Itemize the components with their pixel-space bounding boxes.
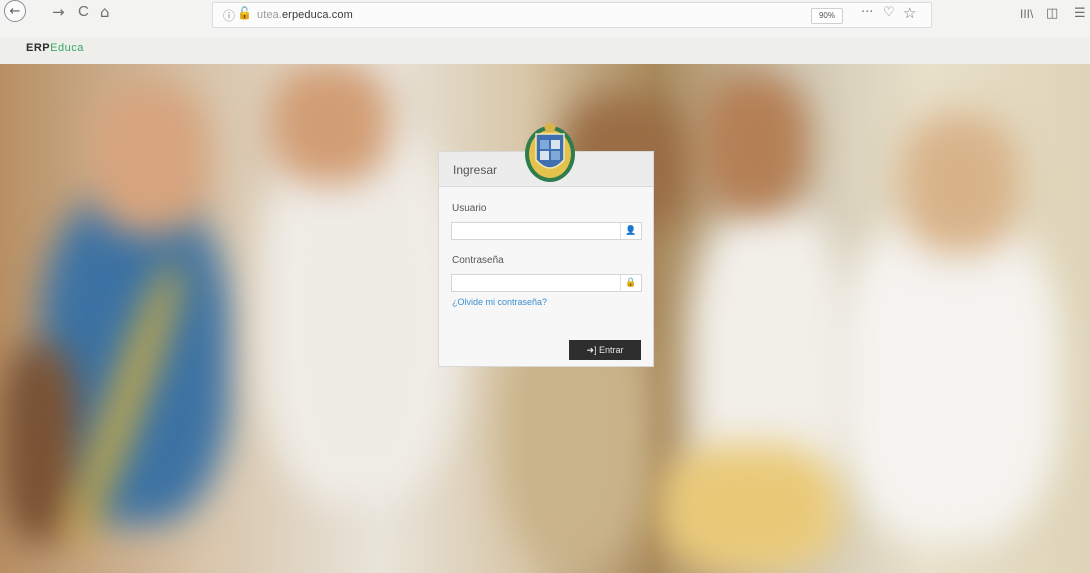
pocket-icon[interactable]: ♡	[883, 5, 895, 20]
password-input[interactable]	[452, 277, 625, 294]
url-subdomain: utea.	[257, 9, 282, 21]
user-icon: 👤	[620, 223, 641, 239]
forward-icon[interactable]: →	[52, 2, 65, 22]
info-icon[interactable]: ⓘ	[223, 7, 235, 24]
library-icon[interactable]: III\	[1020, 4, 1033, 24]
password-label: Contraseña	[452, 255, 504, 266]
enter-button-label: Entrar	[599, 345, 624, 355]
university-crest-icon	[525, 122, 575, 182]
zoom-indicator[interactable]: 90%	[811, 8, 843, 24]
back-button[interactable]: ←	[4, 0, 26, 22]
menu-icon[interactable]: ☰	[1074, 4, 1086, 24]
sign-in-icon: ➜]	[586, 345, 600, 355]
logo-erp: ERP	[26, 42, 51, 54]
lock-icon: 🔒	[620, 275, 641, 291]
url-bar[interactable]: ⓘ 🔓 utea.erpeduca.com 90% ··· ♡ ☆	[212, 2, 932, 28]
back-arrow-icon: ←	[9, 3, 21, 19]
sidebar-icon[interactable]: ◫	[1046, 4, 1058, 24]
username-field: 👤	[451, 222, 642, 242]
insecure-lock-icon[interactable]: 🔓	[237, 6, 252, 20]
home-icon[interactable]: ⌂	[100, 2, 110, 22]
enter-button[interactable]: ➜] Entrar	[569, 340, 641, 360]
username-input[interactable]	[452, 225, 625, 242]
login-title: Ingresar	[453, 163, 498, 177]
logo-educa: Educa	[50, 42, 84, 54]
username-label: Usuario	[452, 203, 487, 214]
forgot-password-link[interactable]: ¿Olvide mi contraseña?	[452, 297, 547, 307]
bookmark-star-icon[interactable]: ☆	[903, 4, 916, 22]
reload-icon[interactable]: C	[78, 2, 89, 22]
page-actions-icon[interactable]: ···	[861, 5, 873, 20]
site-logo[interactable]: ERPEduca	[26, 42, 84, 54]
url-domain: erpeduca.com	[281, 9, 353, 21]
password-field: 🔒	[451, 274, 642, 294]
url-text[interactable]: utea.erpeduca.com	[257, 9, 353, 21]
browser-toolbar: ← → C ⌂ ⓘ 🔓 utea.erpeduca.com 90% ··· ♡ …	[0, 0, 1090, 38]
site-header: ERPEduca	[0, 38, 1090, 64]
